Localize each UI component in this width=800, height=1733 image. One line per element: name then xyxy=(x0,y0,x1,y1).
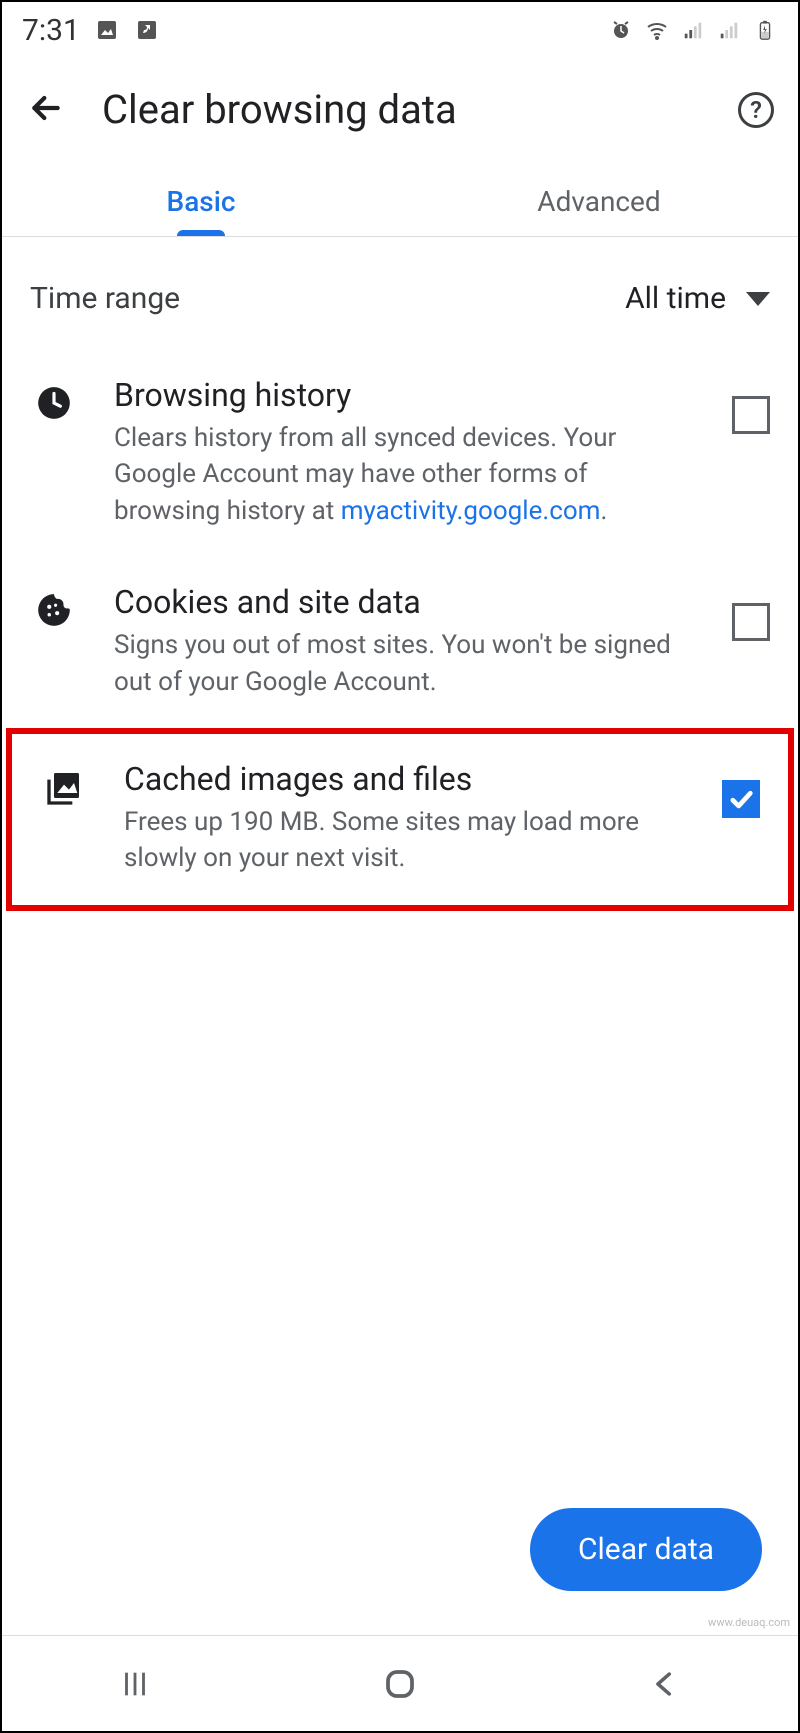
system-nav-bar xyxy=(2,1635,798,1731)
item-desc: Frees up 190 MB. Some sites may load mor… xyxy=(124,804,686,877)
history-icon xyxy=(30,384,78,422)
watermark: www.deuaq.com xyxy=(708,1616,790,1629)
data-type-list: Browsing history Clears history from all… xyxy=(2,350,798,911)
status-time: 7:31 xyxy=(22,13,80,48)
item-title: Cookies and site data xyxy=(114,583,696,621)
status-bar: 7:31 xyxy=(2,2,798,58)
clear-data-button[interactable]: Clear data xyxy=(530,1508,762,1591)
item-desc: Signs you out of most sites. You won't b… xyxy=(114,627,696,700)
tab-basic[interactable]: Basic xyxy=(2,163,400,236)
chevron-down-icon xyxy=(746,292,770,306)
home-button[interactable] xyxy=(380,1664,420,1704)
checkbox-cached[interactable] xyxy=(722,780,760,818)
page-title: Clear browsing data xyxy=(102,86,702,133)
myactivity-link[interactable]: myactivity.google.com xyxy=(341,496,601,526)
app-bar: Clear browsing data ? xyxy=(2,58,798,163)
signal2-icon xyxy=(716,17,742,43)
back-nav-button[interactable] xyxy=(645,1664,685,1704)
help-icon[interactable]: ? xyxy=(738,92,774,128)
item-browsing-history[interactable]: Browsing history Clears history from all… xyxy=(2,350,798,557)
signal-icon xyxy=(680,17,706,43)
tab-advanced[interactable]: Advanced xyxy=(400,163,798,236)
image-stack-icon xyxy=(40,768,88,808)
cookie-icon xyxy=(30,591,78,629)
image-icon xyxy=(94,17,120,43)
checkbox-browsing-history[interactable] xyxy=(732,396,770,434)
alarm-icon xyxy=(608,17,634,43)
time-range-label: Time range xyxy=(30,281,180,316)
recents-button[interactable] xyxy=(115,1664,155,1704)
back-button[interactable] xyxy=(26,88,66,132)
phone-icon xyxy=(134,17,160,43)
tabs: Basic Advanced xyxy=(2,163,798,237)
item-title: Browsing history xyxy=(114,376,696,414)
time-range-row[interactable]: Time range All time xyxy=(2,237,798,350)
battery-icon xyxy=(752,17,778,43)
wifi-icon xyxy=(644,17,670,43)
checkbox-cookies[interactable] xyxy=(732,603,770,641)
item-cached-images[interactable]: Cached images and files Frees up 190 MB.… xyxy=(6,728,794,911)
item-title: Cached images and files xyxy=(124,760,686,798)
item-cookies[interactable]: Cookies and site data Signs you out of m… xyxy=(2,557,798,728)
item-desc: Clears history from all synced devices. … xyxy=(114,420,696,529)
time-range-value: All time xyxy=(625,281,726,316)
